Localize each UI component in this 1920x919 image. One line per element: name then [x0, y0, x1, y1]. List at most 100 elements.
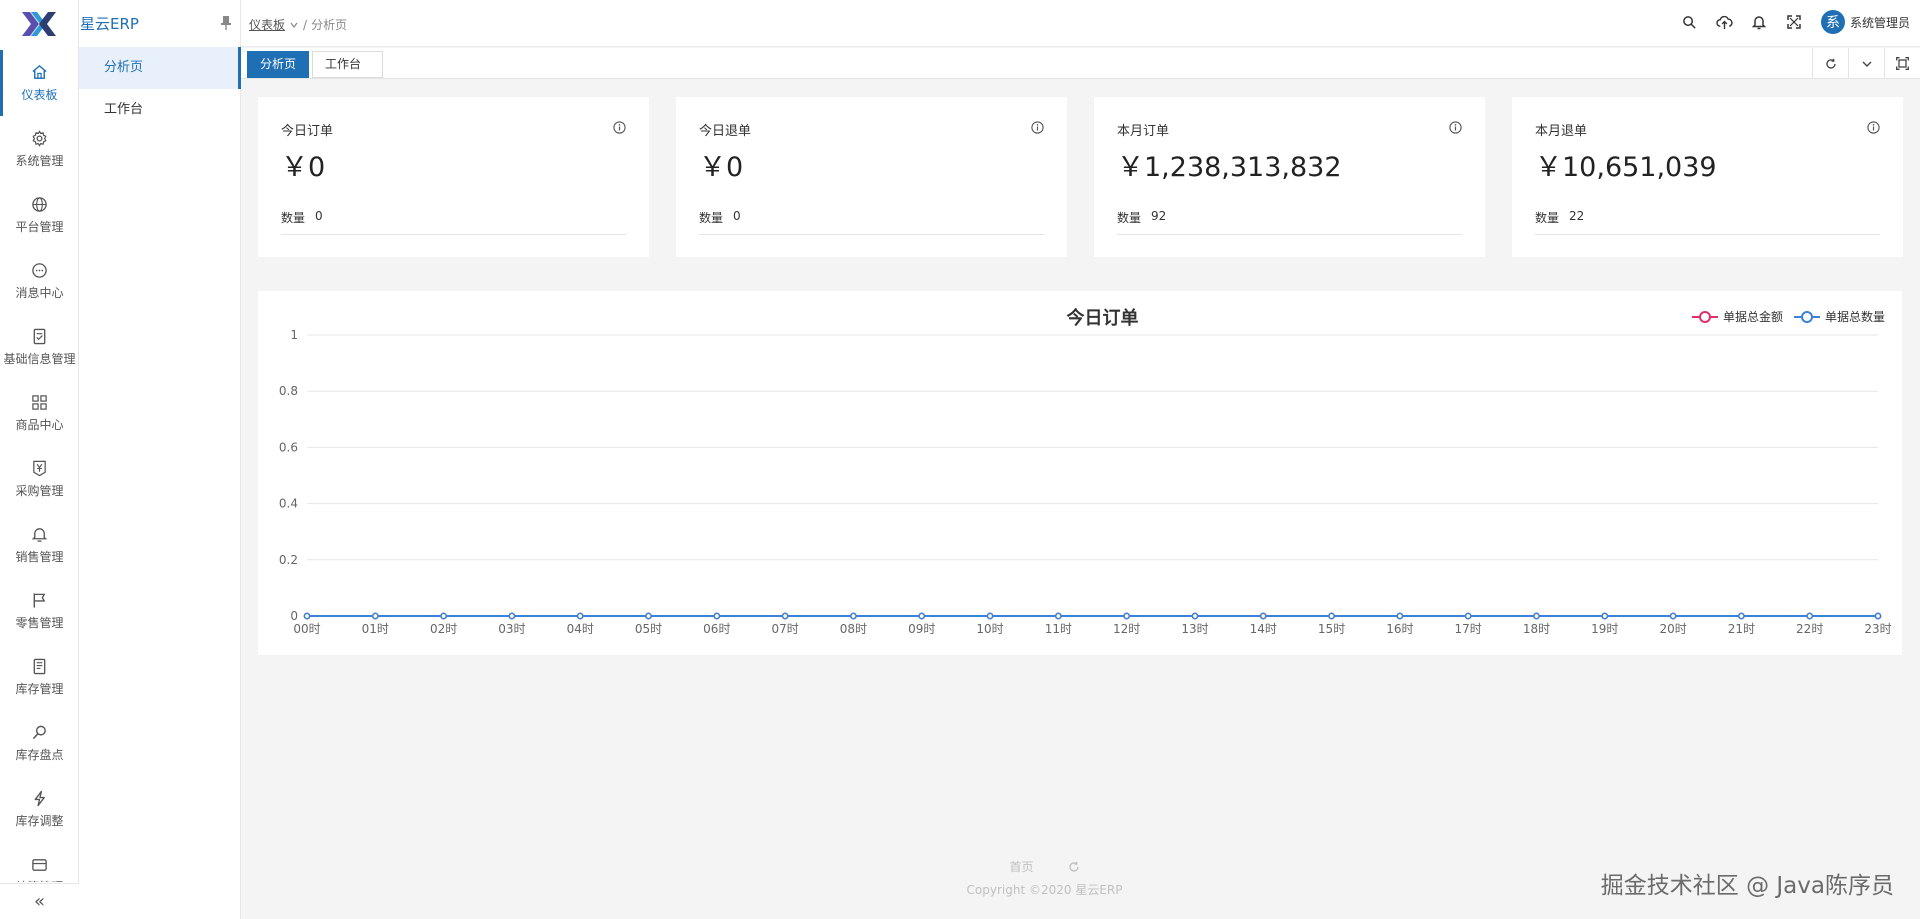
series-point-1	[918, 612, 926, 620]
chart-title: 今日订单	[1067, 307, 1139, 329]
chevron-down-icon	[1862, 61, 1871, 67]
x-tick-label: 06时	[703, 622, 730, 636]
submenu-item-analysis[interactable]: 分析页	[79, 47, 241, 89]
series-point-1	[1396, 612, 1404, 620]
y-tick-label: 0.2	[279, 553, 298, 567]
card-footer: 数量 0	[699, 209, 1044, 235]
book-icon	[33, 658, 46, 674]
series-point-1	[1874, 612, 1882, 620]
rail-item-11[interactable]: 库存调整	[0, 776, 79, 842]
rail-item-4[interactable]: 基础信息管理	[0, 314, 79, 380]
fullscreen-button[interactable]	[1786, 14, 1803, 31]
rail-item-3[interactable]: 消息中心	[0, 248, 79, 314]
rail-item-12[interactable]: 结算管理	[0, 842, 79, 882]
rail-item-label: 库存调整	[15, 813, 64, 828]
tab-workbench[interactable]: 工作台	[312, 51, 383, 78]
rail-item-0[interactable]: 仪表板	[0, 50, 79, 116]
y-tick-label: 0.6	[279, 440, 298, 454]
refresh-tab-button[interactable]	[1812, 48, 1848, 79]
search-icon	[1683, 15, 1696, 29]
tab-analysis[interactable]: 分析页	[247, 51, 310, 78]
rail-item-label: 采购管理	[15, 483, 64, 498]
series-point-1	[440, 612, 447, 620]
info-icon[interactable]	[1449, 121, 1462, 134]
pin-icon[interactable]	[220, 16, 232, 30]
x-tick-label: 05时	[635, 622, 662, 636]
rail-item-1[interactable]: 系统管理	[0, 116, 79, 182]
rail-item-7[interactable]: 销售管理	[0, 512, 79, 578]
rail-item-5[interactable]: 商品中心	[0, 380, 79, 446]
series-point-1	[371, 612, 379, 620]
info-icon[interactable]	[1867, 121, 1880, 134]
card-footer: 数量 22	[1535, 209, 1880, 235]
card-footer: 数量 92	[1117, 209, 1462, 235]
bell-icon	[31, 527, 48, 542]
x-tick-label: 19时	[1591, 622, 1618, 636]
rail-item-label: 基础信息管理	[3, 351, 76, 366]
count-value: 0	[733, 209, 741, 223]
rail-item-10[interactable]: 库存盘点	[0, 710, 79, 776]
user-menu[interactable]: 系 系统管理员	[1820, 10, 1910, 34]
series-point-1	[713, 612, 721, 620]
stat-card-today-orders: 今日订单 ￥0 数量 0	[258, 97, 649, 257]
notifications-button[interactable]	[1751, 14, 1768, 31]
series-point-1	[645, 612, 652, 620]
expand-icon	[1896, 57, 1909, 70]
series-point-1	[1806, 612, 1814, 620]
legend-marker	[1801, 311, 1813, 323]
collapse-sidebar-button[interactable]: «	[0, 883, 79, 919]
document-icon	[33, 328, 46, 344]
rail-item-8[interactable]: 零售管理	[0, 578, 79, 644]
x-tick-label: 10时	[976, 622, 1003, 636]
flag-icon	[33, 592, 46, 608]
footer-home-link[interactable]: 首页	[1009, 858, 1033, 875]
count-value: 0	[315, 209, 323, 223]
upload-button[interactable]	[1716, 14, 1733, 31]
x-tick-label: 08时	[840, 622, 867, 636]
count-value: 92	[1151, 209, 1167, 223]
info-icon[interactable]	[1031, 121, 1044, 134]
home-icon	[32, 64, 47, 79]
x-tick-label: 01时	[362, 622, 389, 636]
series-point-1	[303, 612, 311, 620]
submenu-item-workbench[interactable]: 工作台	[79, 89, 240, 131]
rail-item-label: 系统管理	[15, 153, 64, 168]
count-label: 数量	[699, 211, 724, 225]
maximize-tab-button[interactable]	[1884, 48, 1920, 79]
series-point-1	[508, 612, 516, 620]
watermark: 掘金技术社区 @ Java陈序员	[1600, 873, 1894, 899]
info-icon[interactable]	[613, 121, 626, 134]
rail-item-6[interactable]: 采购管理	[0, 446, 79, 512]
series-point-1	[850, 612, 857, 620]
breadcrumb-dashboard-link[interactable]: 仪表板	[249, 16, 285, 33]
refresh-icon	[1825, 58, 1836, 69]
card-title: 今日订单	[281, 124, 334, 139]
card-title: 本月订单	[1117, 124, 1170, 139]
series-point-1	[781, 612, 789, 620]
series-point-1	[1533, 612, 1540, 620]
chevron-down-icon[interactable]	[289, 20, 299, 30]
series-point-1	[1259, 612, 1267, 620]
search-button[interactable]	[1681, 14, 1698, 31]
tab-dropdown-button[interactable]	[1848, 48, 1884, 79]
cloud-upload-icon	[1716, 15, 1733, 29]
card-footer: 数量 0	[281, 209, 626, 235]
x-tick-label: 23时	[1864, 622, 1891, 636]
tab-label: 工作台	[325, 57, 362, 71]
tab-tools	[1812, 48, 1920, 79]
series-point-1	[1464, 612, 1472, 620]
rail-item-label: 库存盘点	[15, 747, 64, 762]
refresh-icon[interactable]	[1068, 861, 1080, 873]
x-tick-label: 00时	[293, 622, 320, 636]
x-tick-label: 21时	[1728, 622, 1755, 636]
x-tick-label: 20时	[1659, 622, 1686, 636]
x-tick-label: 03时	[498, 622, 525, 636]
x-tick-label: 09时	[908, 622, 935, 636]
rail-item-label: 平台管理	[15, 219, 64, 234]
card-title: 今日退单	[699, 124, 752, 139]
series-point-1	[1191, 612, 1199, 620]
rail-item-label: 零售管理	[15, 615, 64, 630]
count-label: 数量	[281, 211, 306, 225]
rail-item-2[interactable]: 平台管理	[0, 182, 79, 248]
rail-item-9[interactable]: 库存管理	[0, 644, 79, 710]
